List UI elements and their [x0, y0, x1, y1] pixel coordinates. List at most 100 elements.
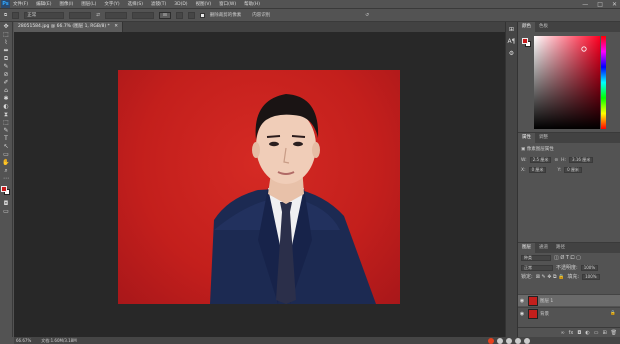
menu-image[interactable]: 图像(I) [59, 1, 73, 7]
ime-icon[interactable] [488, 337, 494, 344]
move-tool-icon[interactable]: ✥ [2, 23, 11, 30]
visibility-eye-icon[interactable]: ◉ [518, 298, 526, 304]
menu-type[interactable]: 文字(Y) [104, 1, 119, 7]
tab-layers[interactable]: 图层 [518, 243, 535, 253]
pen-tool-icon[interactable]: ✎ [2, 127, 11, 134]
tab-color[interactable]: 颜色 [518, 22, 535, 32]
panel-foreground-color[interactable] [522, 38, 528, 44]
shape-tool-icon[interactable]: ▭ [2, 151, 11, 158]
tray-icon[interactable] [515, 337, 521, 344]
zoom-level[interactable]: 66.67% [16, 338, 31, 343]
eyedropper-tool-icon[interactable]: ✎ [2, 63, 11, 70]
content-aware-label[interactable]: 内容识别 [252, 12, 270, 18]
menu-view[interactable]: 视图(V) [196, 1, 212, 7]
blur-tool-icon[interactable]: ⬚ [2, 119, 11, 126]
reset-icon[interactable]: ↺ [365, 13, 369, 18]
adjustment-icon[interactable]: ◐ [585, 330, 589, 336]
foreground-color[interactable] [1, 186, 7, 192]
healing-tool-icon[interactable]: ⊘ [2, 71, 11, 78]
quick-select-tool-icon[interactable]: ⬌ [2, 47, 11, 54]
h-field[interactable]: 3.16 厘米 [569, 157, 594, 163]
straighten-button[interactable]: ⊟ [159, 11, 171, 19]
close-tab-icon[interactable]: ✕ [114, 24, 118, 29]
crop-tool-icon[interactable]: ⧉ [2, 55, 11, 62]
link-icon[interactable]: ⊝ [554, 158, 558, 163]
tab-adjustments[interactable]: 调整 [535, 133, 552, 143]
menu-help[interactable]: 帮助(H) [244, 1, 260, 7]
layer-row[interactable]: ◉ 背景 🔒 [518, 307, 620, 319]
layer-thumbnail [528, 308, 538, 319]
minimize-icon[interactable]: — [582, 1, 588, 8]
tab-channels[interactable]: 通道 [535, 243, 552, 253]
menu-filter[interactable]: 滤镜(T) [151, 1, 166, 7]
gradient-tool-icon[interactable]: ⧗ [2, 111, 11, 118]
tray-icon[interactable] [524, 337, 530, 344]
w-field[interactable]: 2.5 厘米 [529, 157, 552, 163]
menu-layer[interactable]: 图层(L) [81, 1, 96, 7]
ratio-select[interactable]: 正常 [24, 11, 65, 19]
fill-field[interactable]: 100% [582, 273, 600, 280]
menu-select[interactable]: 选择(S) [128, 1, 143, 7]
layer-name[interactable]: 图层 1 [540, 298, 553, 304]
color-picker-field[interactable] [534, 36, 600, 129]
portrait-photo[interactable] [118, 70, 400, 304]
swap-icon[interactable]: ⇄ [96, 13, 100, 18]
trash-icon[interactable]: 🗑 [611, 330, 617, 336]
resolution-field[interactable] [132, 11, 154, 19]
visibility-eye-icon[interactable]: ◉ [518, 311, 526, 317]
opacity-field[interactable]: 100% [580, 264, 599, 271]
tray-icon[interactable] [497, 337, 503, 344]
screen-mode-icon[interactable]: ▭ [2, 208, 11, 215]
eraser-tool-icon[interactable]: ◐ [2, 103, 11, 110]
group-icon[interactable]: ▭ [594, 330, 599, 336]
character-icon[interactable]: A¶ [508, 38, 516, 46]
tool-preset-picker[interactable] [12, 11, 20, 19]
kind-select[interactable]: 种类 [521, 255, 551, 261]
lasso-tool-icon[interactable]: ⌇ [2, 39, 11, 46]
blend-mode-select[interactable]: 正常 [521, 264, 553, 271]
x-field[interactable]: 0 厘米 [528, 167, 547, 173]
tab-paths[interactable]: 路径 [552, 243, 569, 253]
settings-icon[interactable]: ⚙ [508, 50, 516, 58]
path-select-icon[interactable]: ↖ [2, 143, 11, 150]
menu-edit[interactable]: 编辑(E) [36, 1, 51, 7]
y-field[interactable]: 0 厘米 [564, 167, 582, 173]
crop-settings[interactable] [187, 11, 195, 19]
type-tool-icon[interactable]: T [2, 135, 11, 142]
tab-swatches[interactable]: 色板 [535, 22, 552, 32]
mask-icon[interactable]: ◘ [577, 330, 581, 336]
brush-tool-icon[interactable]: ✐ [2, 79, 11, 86]
marquee-tool-icon[interactable]: ⬚ [2, 31, 11, 38]
quick-mask-icon[interactable]: ◘ [2, 200, 11, 207]
hand-tool-icon[interactable]: ✋ [2, 159, 11, 166]
crop-tool-icon[interactable]: ⧉ [4, 12, 7, 18]
width-field[interactable] [69, 11, 92, 19]
zoom-tool-icon[interactable]: ⌕ [2, 167, 11, 174]
stamp-tool-icon[interactable]: ⌂ [2, 87, 11, 94]
color-swatches[interactable] [0, 185, 12, 197]
fx-icon[interactable]: fx [569, 330, 574, 336]
tab-properties[interactable]: 属性 [518, 133, 535, 143]
layer-name[interactable]: 背景 [540, 311, 549, 317]
maximize-icon[interactable]: □ [597, 1, 603, 8]
new-layer-icon[interactable]: ⊞ [602, 330, 606, 336]
close-icon[interactable]: ✕ [612, 1, 617, 8]
menu-3d[interactable]: 3D(D) [174, 2, 187, 7]
lock-icons[interactable]: ⊠ ✎ ✥ ⧉ 🔒 [536, 274, 565, 280]
canvas-area[interactable] [14, 32, 514, 337]
history-icon[interactable]: ⊞ [508, 26, 516, 34]
hue-slider[interactable] [601, 36, 606, 129]
height-field[interactable] [105, 11, 127, 19]
menu-window[interactable]: 窗口(W) [219, 1, 236, 7]
overlay-options[interactable] [175, 11, 183, 19]
history-brush-icon[interactable]: ✱ [2, 95, 11, 102]
delete-cropped-checkbox[interactable] [199, 12, 205, 18]
layer-row[interactable]: ◉ 图层 1 [518, 294, 620, 306]
tray-icon[interactable] [506, 337, 512, 344]
tools-panel: ✥ ⬚ ⌇ ⬌ ⧉ ✎ ⊘ ✐ ⌂ ✱ ◐ ⧗ ⬚ ✎ T ↖ ▭ ✋ ⌕ ⋯ … [0, 22, 13, 337]
link-layers-icon[interactable]: ∞ [560, 330, 564, 336]
document-tab[interactable]: 28051584.jpg @ 66.7% (图层 1, RGB/8) * ✕ [14, 22, 124, 32]
menu-file[interactable]: 文件(F) [13, 1, 28, 7]
filter-icons[interactable]: ◫ Ø T ⧠ ▢ [554, 255, 581, 261]
more-tools-icon[interactable]: ⋯ [2, 175, 11, 182]
